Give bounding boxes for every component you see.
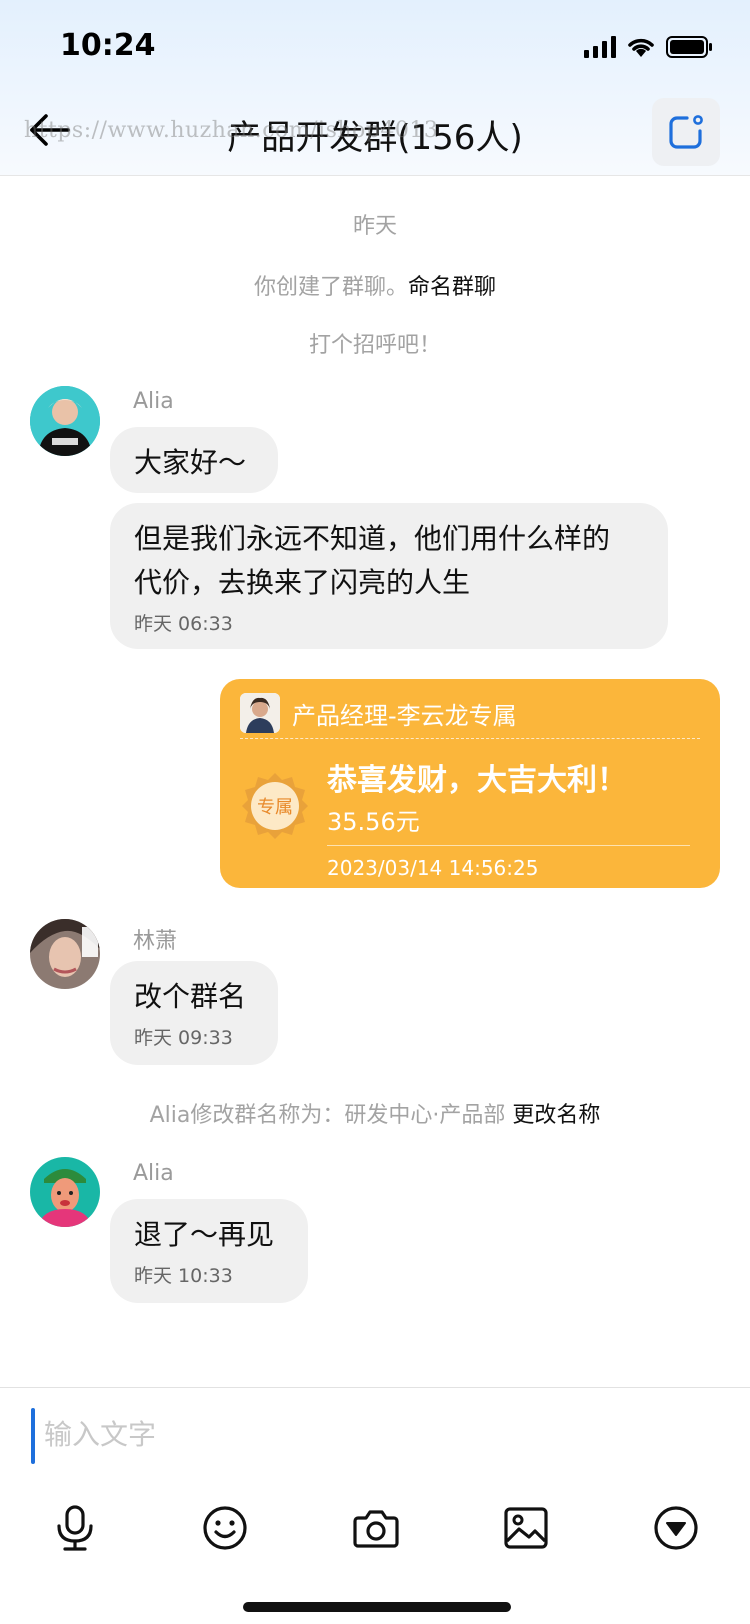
packet-separator — [327, 845, 690, 846]
user-avatar-icon — [30, 919, 100, 989]
status-bar: 10:24 — [0, 0, 750, 94]
rename-group-link[interactable]: 命名群聊 — [408, 275, 496, 300]
red-packet-card[interactable]: 产品经理-李云龙专属 专属 恭喜发财，大吉大利！ 35.56元 2023/03/… — [220, 679, 720, 888]
wifi-icon — [628, 38, 654, 57]
microphone-icon — [57, 1505, 93, 1551]
avatar[interactable] — [30, 1157, 100, 1227]
message-time: 昨天 09:33 — [134, 1027, 233, 1049]
greet-hint: 打个招呼吧！ — [308, 333, 441, 358]
group-renamed-text: Alia修改群名称为：研发中心·产品部 — [149, 1103, 506, 1128]
voice-button[interactable] — [45, 1498, 105, 1558]
seal-text: 专属 — [257, 797, 293, 818]
image-icon — [504, 1507, 548, 1549]
message-text: 改个群名 — [134, 980, 247, 1013]
group-renamed-notice: Alia修改群名称为：研发中心·产品部 更改名称 — [0, 1097, 750, 1129]
group-settings-button[interactable] — [652, 98, 720, 166]
exclusive-seal-icon: 专属 — [240, 771, 310, 841]
camera-icon — [353, 1510, 399, 1548]
sender-name: Alia — [133, 1161, 174, 1186]
input-area — [0, 1387, 750, 1624]
user-avatar-icon — [30, 1157, 100, 1227]
input-toolbar — [0, 1498, 750, 1568]
sender-avatar-icon — [240, 693, 280, 733]
group-created-notice: 你创建了群聊。命名群聊 — [0, 269, 750, 301]
emoji-icon — [203, 1506, 247, 1550]
navigation-bar: 产品开发群(156人) https://www.huzhan.com/ishop… — [0, 94, 750, 176]
message-bubble[interactable]: 改个群名 昨天 09:33 — [110, 961, 278, 1065]
group-created-text: 你创建了群聊。 — [253, 275, 408, 300]
message-input[interactable] — [40, 1402, 680, 1466]
battery-icon — [666, 36, 712, 58]
image-button[interactable] — [496, 1498, 556, 1558]
date-divider: 昨天 — [352, 214, 397, 239]
sender-name: Alia — [133, 389, 174, 414]
more-button[interactable] — [646, 1498, 706, 1558]
page-title: 产品开发群(156人) — [227, 118, 523, 158]
top-header-area: 10:24 产品开发群(156人) https://www.huzhan.com… — [0, 0, 750, 176]
edit-note-icon — [669, 115, 703, 149]
status-time: 10:24 — [60, 28, 156, 63]
message-bubble[interactable]: 退了～再见 昨天 10:33 — [110, 1199, 308, 1303]
avatar[interactable] — [30, 386, 100, 456]
message-text-line-2: 代价，去换来了闪亮的人生 — [134, 566, 471, 599]
status-icons — [584, 34, 714, 60]
camera-button[interactable] — [346, 1498, 406, 1558]
emoji-button[interactable] — [195, 1498, 255, 1558]
message-time: 昨天 06:33 — [134, 613, 233, 635]
message-bubble[interactable]: 大家好～ — [110, 427, 278, 493]
packet-sender: 产品经理-李云龙专属 — [292, 701, 517, 730]
text-cursor — [31, 1408, 35, 1464]
message-text: 退了～再见 — [134, 1218, 275, 1251]
avatar[interactable] — [30, 919, 100, 989]
home-indicator[interactable] — [243, 1602, 511, 1612]
change-name-link[interactable]: 更改名称 — [512, 1103, 600, 1128]
message-text-line-1: 但是我们永远不知道，他们用什么样的 — [134, 522, 611, 555]
cellular-signal-icon — [584, 36, 616, 58]
user-avatar-icon — [30, 386, 100, 456]
packet-greeting: 恭喜发财，大吉大利！ — [327, 763, 627, 798]
sender-name: 林萧 — [133, 929, 178, 954]
packet-datetime: 2023/03/14 14:56:25 — [327, 856, 539, 880]
more-icon — [654, 1506, 698, 1550]
packet-amount: 35.56元 — [327, 808, 420, 836]
packet-sender-avatar — [240, 693, 280, 733]
packet-header: 产品经理-李云龙专属 — [240, 689, 700, 737]
message-time: 昨天 10:33 — [134, 1265, 233, 1287]
message-bubble[interactable]: 但是我们永远不知道，他们用什么样的 代价，去换来了闪亮的人生 昨天 06:33 — [110, 503, 668, 649]
message-text: 大家好～ — [134, 446, 247, 479]
packet-divider — [240, 738, 700, 739]
